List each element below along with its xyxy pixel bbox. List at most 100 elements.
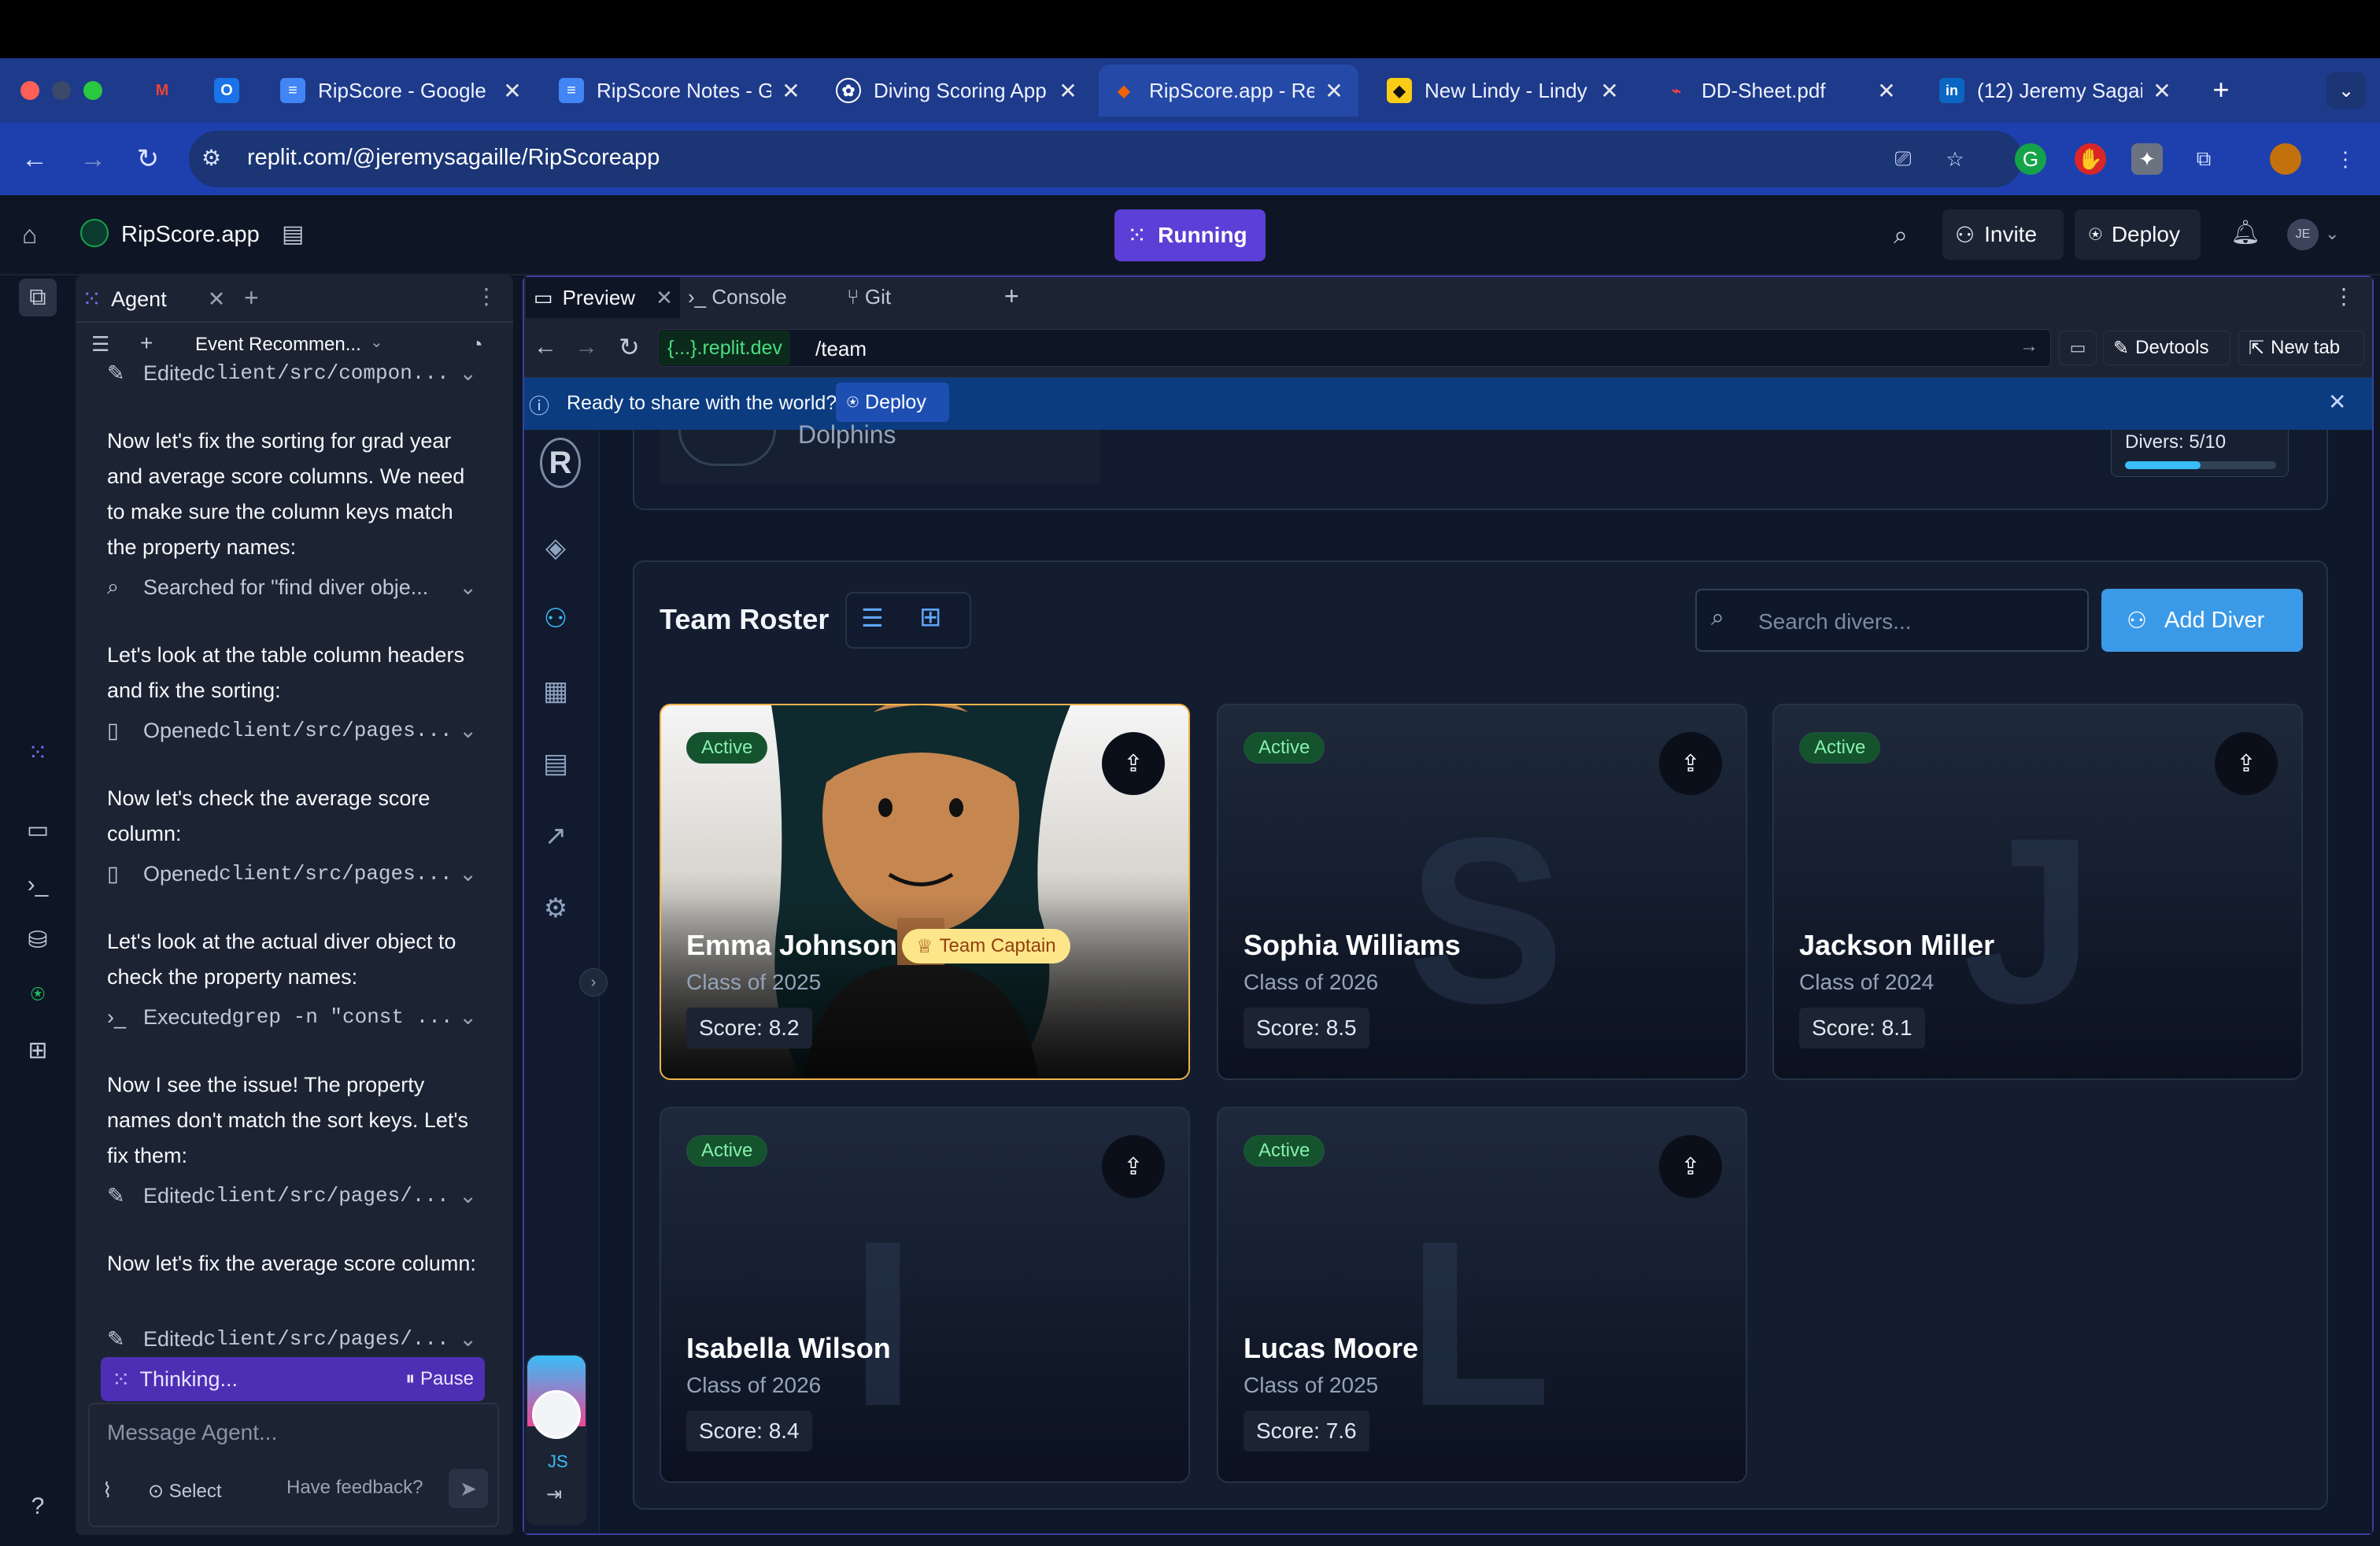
- agent-action-item[interactable]: ✎ Edited client/src/pages/... ⌄: [107, 1323, 477, 1355]
- chevron-down-icon[interactable]: ⌄: [459, 862, 477, 886]
- add-diver-button[interactable]: ⚇ Add Diver: [2101, 589, 2303, 652]
- reload-icon[interactable]: ↻: [131, 142, 165, 176]
- browser-tab-dd-sheet[interactable]: ⌁ DD-Sheet.pdf ✕: [1651, 65, 1911, 117]
- agent-tool-icon[interactable]: ⁙: [19, 734, 57, 771]
- close-icon[interactable]: ✕: [1875, 78, 1898, 104]
- send-button[interactable]: ➤: [449, 1469, 488, 1508]
- chevron-down-icon[interactable]: ⌄: [370, 332, 383, 352]
- extensions-puzzle-icon[interactable]: ⧉: [2188, 143, 2219, 175]
- project-info-icon[interactable]: ▤: [282, 220, 304, 248]
- share-icon[interactable]: ⇪: [1102, 732, 1165, 795]
- go-arrow-icon[interactable]: →: [2020, 335, 2038, 357]
- chevron-down-icon[interactable]: ⌄: [459, 575, 477, 600]
- message-agent-input[interactable]: Message Agent...: [107, 1420, 277, 1445]
- browser-tab-outlook[interactable]: O: [200, 65, 258, 117]
- chevron-down-icon[interactable]: ⌄: [459, 1005, 477, 1030]
- invite-button[interactable]: ⚇ Invite: [1942, 209, 2064, 260]
- browser-menu-icon[interactable]: ⋮: [2330, 143, 2361, 175]
- agent-action-item[interactable]: ✎ Edited client/src/pages/... ⌄: [107, 1180, 477, 1211]
- banner-deploy-button[interactable]: ⍟ Deploy: [836, 383, 949, 422]
- console-tool-icon[interactable]: ›_: [19, 866, 57, 904]
- preview-url-input[interactable]: [658, 329, 2051, 367]
- chevron-down-icon[interactable]: ⌄: [459, 1327, 477, 1352]
- close-icon[interactable]: ✕: [779, 78, 803, 104]
- tab-git[interactable]: ⑂ Git: [847, 285, 891, 309]
- url-path[interactable]: /team: [815, 337, 867, 361]
- user-avatar[interactable]: [532, 1390, 581, 1439]
- close-icon[interactable]: ✕: [656, 286, 673, 310]
- select-button[interactable]: ⊙ Select: [148, 1480, 221, 1503]
- close-icon[interactable]: ✕: [2328, 389, 2346, 415]
- chevron-down-icon[interactable]: ⌄: [459, 1184, 477, 1208]
- close-icon[interactable]: ✕: [1322, 78, 1346, 104]
- forward-arrow-icon[interactable]: →: [575, 334, 598, 361]
- close-icon[interactable]: ✕: [1056, 78, 1080, 104]
- share-icon[interactable]: ⇪: [1102, 1135, 1165, 1198]
- bookmark-star-icon[interactable]: ☆: [1939, 143, 1971, 175]
- tab-search-chevron-icon[interactable]: ⌄: [2326, 72, 2366, 109]
- diver-card[interactable]: Active ⇪ Emma Johnson ♕ Team Captain Class of…: [660, 704, 1190, 1080]
- trending-up-icon[interactable]: ↗: [534, 814, 578, 858]
- app-logo[interactable]: R: [540, 438, 581, 488]
- device-icon[interactable]: ▭: [2059, 331, 2097, 365]
- devtools-button[interactable]: ✎ Devtools: [2103, 331, 2230, 365]
- list-view-icon[interactable]: ☰: [861, 603, 884, 633]
- share-icon[interactable]: ⇪: [2215, 732, 2278, 795]
- close-icon[interactable]: ✕: [208, 287, 226, 312]
- deployments-icon[interactable]: ⍟: [19, 976, 57, 1014]
- new-chat-icon[interactable]: +: [140, 331, 153, 356]
- browser-tab-lindy[interactable]: ◆ New Lindy - Lindy ✕: [1374, 65, 1634, 117]
- maximize-window-button[interactable]: [83, 81, 102, 100]
- url-host[interactable]: {...}.replit.dev: [660, 331, 790, 365]
- search-divers-input[interactable]: Search divers...: [1758, 609, 1912, 634]
- close-icon[interactable]: ✕: [1598, 78, 1621, 104]
- team-users-icon[interactable]: ⚇: [534, 597, 578, 641]
- pane-menu-icon[interactable]: ⋮: [2333, 283, 2355, 309]
- diver-card[interactable]: J Active ⇪ Jackson Miller Class of 2024 Score…: [1772, 704, 2303, 1080]
- diver-card[interactable]: I Active ⇪ Isabella Wilson Class of 2026 Scor…: [660, 1107, 1190, 1483]
- browser-tab-ripscore-replit[interactable]: ◆ RipScore.app - Re ✕: [1099, 65, 1358, 117]
- attach-icon[interactable]: ⌇: [102, 1478, 113, 1503]
- chevron-down-icon[interactable]: ⌄: [459, 361, 477, 386]
- home-icon[interactable]: ⌂: [22, 220, 37, 250]
- deploy-header-button[interactable]: ⍟ Deploy: [2075, 209, 2201, 260]
- agent-action-item[interactable]: ✎ Edited client/src/compon... ⌄: [107, 357, 477, 389]
- files-icon[interactable]: ⧉: [19, 279, 57, 316]
- share-icon[interactable]: ⇪: [1659, 1135, 1722, 1198]
- back-arrow-icon[interactable]: ←: [17, 142, 52, 176]
- settings-icon[interactable]: ⚙: [534, 886, 578, 930]
- user-avatar[interactable]: JE: [2287, 219, 2319, 250]
- reload-icon[interactable]: ↻: [619, 332, 640, 362]
- database-icon[interactable]: ⛁: [19, 921, 57, 959]
- close-window-button[interactable]: [20, 81, 39, 100]
- profile-avatar[interactable]: [2270, 143, 2301, 175]
- expand-sidebar-icon[interactable]: ›: [579, 968, 608, 997]
- search-icon[interactable]: ⌕: [1894, 220, 1908, 250]
- history-list-icon[interactable]: ☰: [91, 332, 109, 357]
- add-tab-icon[interactable]: +: [244, 283, 259, 313]
- diver-card[interactable]: S Active ⇪ Sophia Williams Class of 2026 Scor…: [1217, 704, 1747, 1080]
- extension-icon[interactable]: ✦: [2131, 143, 2163, 175]
- agent-action-item[interactable]: ▯ Opened client/src/pages... ⌄: [107, 715, 477, 746]
- preview-tool-icon[interactable]: ▭: [19, 811, 57, 849]
- agent-action-item[interactable]: ›_ Executed grep -n "const ... ⌄: [107, 1001, 477, 1033]
- new-tab-icon[interactable]: +: [2204, 72, 2238, 107]
- all-tools-icon[interactable]: ⊞: [19, 1031, 57, 1069]
- chevron-down-icon[interactable]: ⌄: [459, 719, 477, 743]
- usage-gauge-icon[interactable]: ◔: [471, 332, 483, 357]
- browser-tab-diving-scoring[interactable]: ✿ Diving Scoring App ✕: [823, 65, 1092, 117]
- diver-card[interactable]: L Active ⇪ Lucas Moore Class of 2025 Score: 7…: [1217, 1107, 1747, 1483]
- agent-action-item[interactable]: ▯ Opened client/src/pages... ⌄: [107, 858, 477, 890]
- browser-tab-ripscore-google[interactable]: ≡ RipScore - Google ✕: [268, 65, 537, 117]
- site-settings-icon[interactable]: ⚙: [201, 145, 221, 171]
- run-status-button[interactable]: ⁙ Running: [1114, 209, 1266, 261]
- share-icon[interactable]: ⇪: [1659, 732, 1722, 795]
- calendar-icon[interactable]: ▦: [534, 669, 578, 713]
- grid-view-icon[interactable]: ⊞: [919, 601, 942, 633]
- url-text[interactable]: replit.com/@jeremysagaille/RipScoreapp: [247, 145, 660, 171]
- logout-icon[interactable]: ⇥: [546, 1483, 562, 1506]
- back-arrow-icon[interactable]: ←: [534, 334, 557, 361]
- tab-preview[interactable]: ▭ Preview ✕: [526, 277, 680, 318]
- agent-action-item[interactable]: ⌕ Searched for "find diver obje... ⌄: [107, 571, 477, 603]
- thread-title[interactable]: Event Recommen...: [195, 334, 361, 356]
